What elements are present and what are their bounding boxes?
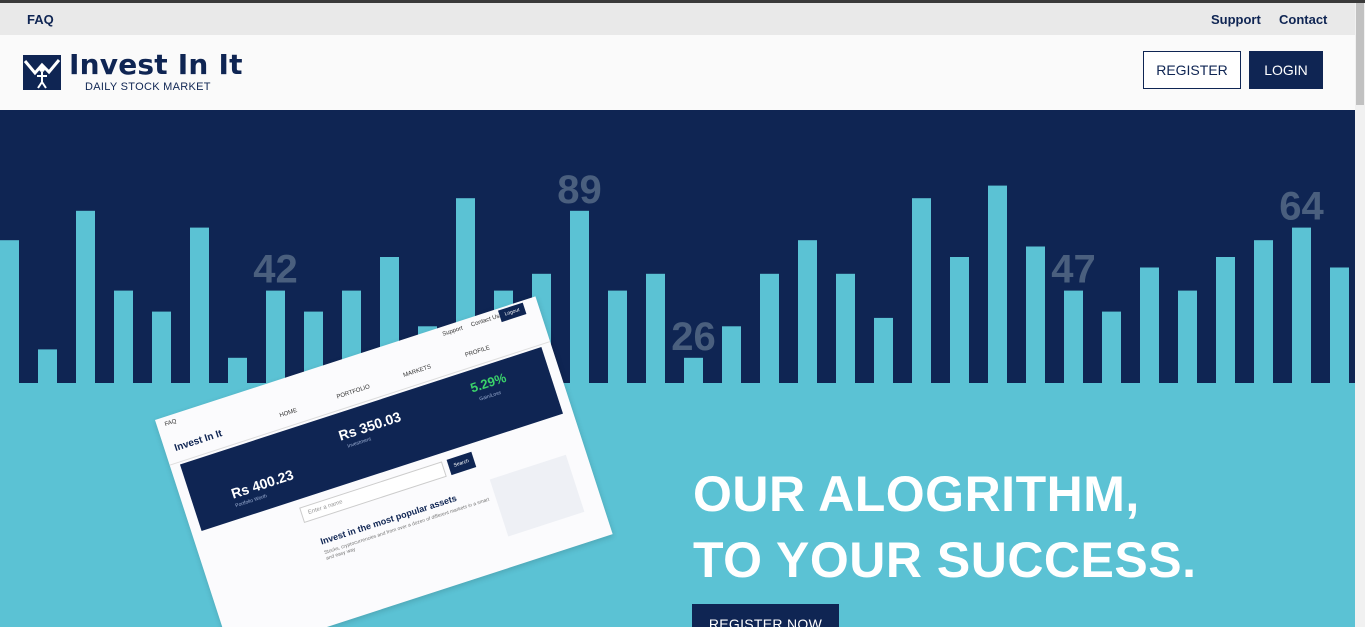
mockup-gain-value: 5.29% [468,369,509,396]
hero-bar [684,357,703,383]
hero-bar [228,357,247,383]
scrollbar-thumb[interactable] [1356,3,1364,105]
hero-bar [950,257,969,383]
hero-bar [1292,227,1311,383]
hero-bar-label: 42 [253,248,298,292]
hero-bar [1216,257,1235,383]
hero-bar [190,227,209,383]
hero-bar [266,290,285,383]
hero-bar-label: 89 [557,168,602,212]
mockup-nav-portfolio: PORTFOLIO [336,384,371,401]
hero-bar [988,185,1007,383]
mockup-card [489,454,585,537]
hero-bar [722,326,741,383]
hero-bar-label: 64 [1279,185,1324,229]
mockup-nav-profile: PROFILE [464,345,491,359]
hero-bar [570,210,589,383]
site-header: Invest In It DAILY STOCK MARKET REGISTER… [0,35,1355,110]
hero-bar [1102,311,1121,383]
hero-bar [0,240,19,383]
logo-icon[interactable] [23,55,61,90]
hero-bar [646,273,665,383]
hero-bar [836,273,855,383]
hero-bar [152,311,171,383]
register-button[interactable]: REGISTER [1143,51,1241,89]
mockup-support: Support [441,325,464,338]
hero-bar [760,273,779,383]
logo-title[interactable]: Invest In It [69,48,243,81]
hero-title-line1: OUR ALOGRITHM, [693,466,1140,522]
mockup-faq: FAQ [164,418,178,428]
hero-bar [608,290,627,383]
hero-title-line2: TO YOUR SUCCESS. [693,532,1197,588]
hero-bar [38,349,57,383]
hero-bar [1330,267,1349,383]
hero-bar [1254,240,1273,383]
hero-bar [76,210,95,383]
hero-section: 42 89 26 47 64 FAQ Support Contact Us Logout… [0,110,1355,627]
hero-bar [114,290,133,383]
hero-bar-label: 47 [1051,248,1096,292]
mockup-nav-home: HOME [279,407,298,420]
support-link[interactable]: Support [1211,12,1261,27]
mockup-search-button: Search [446,451,477,476]
hero-bar [1140,267,1159,383]
register-now-button[interactable]: REGISTER NOW [692,604,839,627]
faq-link[interactable]: FAQ [27,12,54,27]
mockup-contact: Contact Us [470,313,501,329]
contact-link[interactable]: Contact [1279,12,1327,27]
hero-bar [912,198,931,383]
login-button[interactable]: LOGIN [1249,51,1323,89]
hero-bar [874,317,893,383]
utility-nav: FAQ Support Contact [0,3,1355,35]
hero-bar [1064,290,1083,383]
page-scrollbar[interactable] [1355,3,1365,627]
hero-bar [798,240,817,383]
hero-bar [1026,246,1045,383]
hero-bar-label: 26 [671,315,716,359]
logo-subtitle: DAILY STOCK MARKET [85,81,211,93]
hero-bar-graphic: 42 89 26 47 64 [0,110,1355,383]
hero-bar [1178,290,1197,383]
mockup-nav-markets: MARKETS [402,364,433,379]
